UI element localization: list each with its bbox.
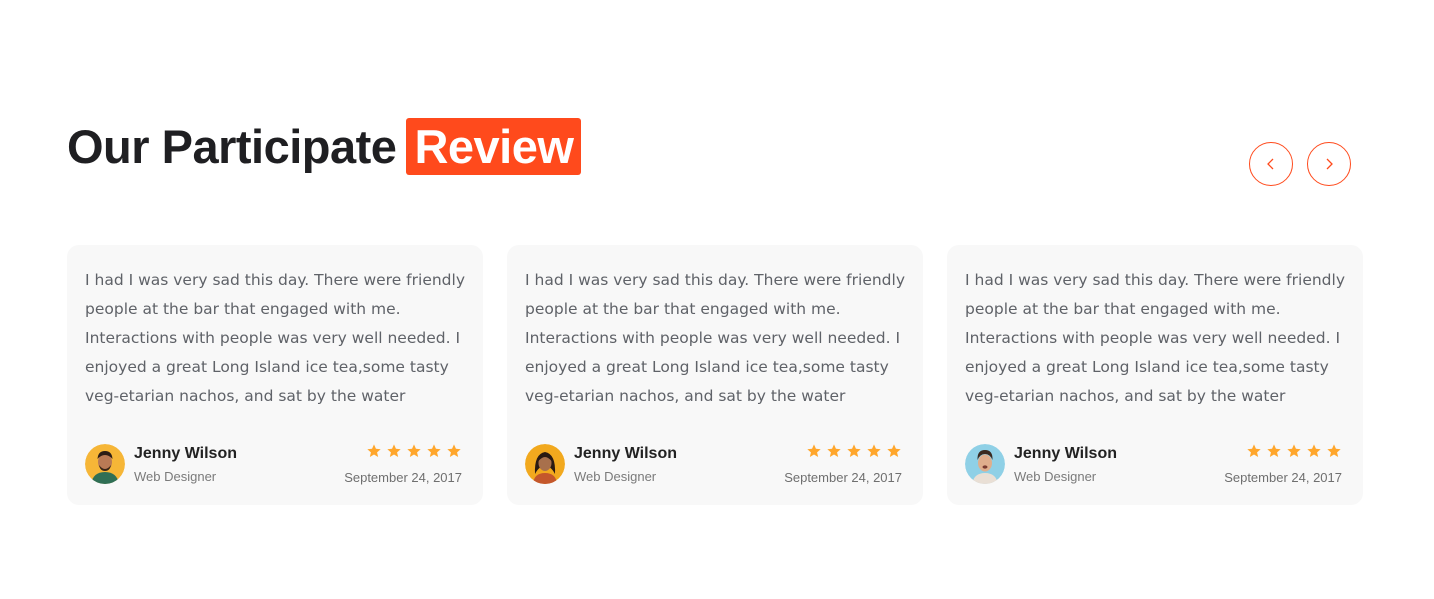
chevron-left-icon <box>1267 158 1274 170</box>
next-button[interactable] <box>1307 142 1351 186</box>
reviewer-role: Web Designer <box>134 469 217 484</box>
review-date: September 24, 2017 <box>1224 470 1342 485</box>
avatar <box>525 444 565 484</box>
reviewer-name: Jenny Wilson <box>134 445 237 462</box>
previous-button[interactable] <box>1249 142 1293 186</box>
reviewer-name: Jenny Wilson <box>1014 445 1117 462</box>
star-icon <box>887 444 901 457</box>
review-text: I had I was very sad this day. There wer… <box>525 271 905 405</box>
review-card: I had I was very sad this day. There wer… <box>67 245 483 505</box>
review-date: September 24, 2017 <box>344 470 462 485</box>
star-icon <box>407 444 421 457</box>
star-icon <box>427 444 441 457</box>
star-icon <box>827 444 841 457</box>
star-icon <box>447 444 461 457</box>
star-icon <box>1307 444 1321 457</box>
review-text: I had I was very sad this day. There wer… <box>85 271 465 405</box>
review-date: September 24, 2017 <box>784 470 902 485</box>
heading-text: Our Participate <box>67 120 397 173</box>
star-icon <box>1287 444 1301 457</box>
review-card: I had I was very sad this day. There wer… <box>507 245 923 505</box>
star-rating <box>366 443 462 459</box>
review-text: I had I was very sad this day. There wer… <box>965 271 1345 405</box>
star-rating <box>1246 443 1342 459</box>
chevron-right-icon <box>1326 158 1333 170</box>
star-rating <box>806 443 902 459</box>
avatar <box>85 444 125 484</box>
star-icon <box>387 444 401 457</box>
star-icon <box>1267 444 1281 457</box>
review-card: I had I was very sad this day. There wer… <box>947 245 1363 505</box>
star-icon <box>847 444 861 457</box>
heading-highlight: Review <box>406 118 582 175</box>
star-icon <box>1247 444 1261 457</box>
reviewer-role: Web Designer <box>574 469 657 484</box>
avatar <box>965 444 1005 484</box>
section-heading: Our Participate Review <box>67 118 582 175</box>
reviewer-name: Jenny Wilson <box>574 445 677 462</box>
star-icon <box>807 444 821 457</box>
star-icon <box>367 444 381 457</box>
reviewer-role: Web Designer <box>1014 469 1097 484</box>
star-icon <box>867 444 881 457</box>
star-icon <box>1327 444 1341 457</box>
